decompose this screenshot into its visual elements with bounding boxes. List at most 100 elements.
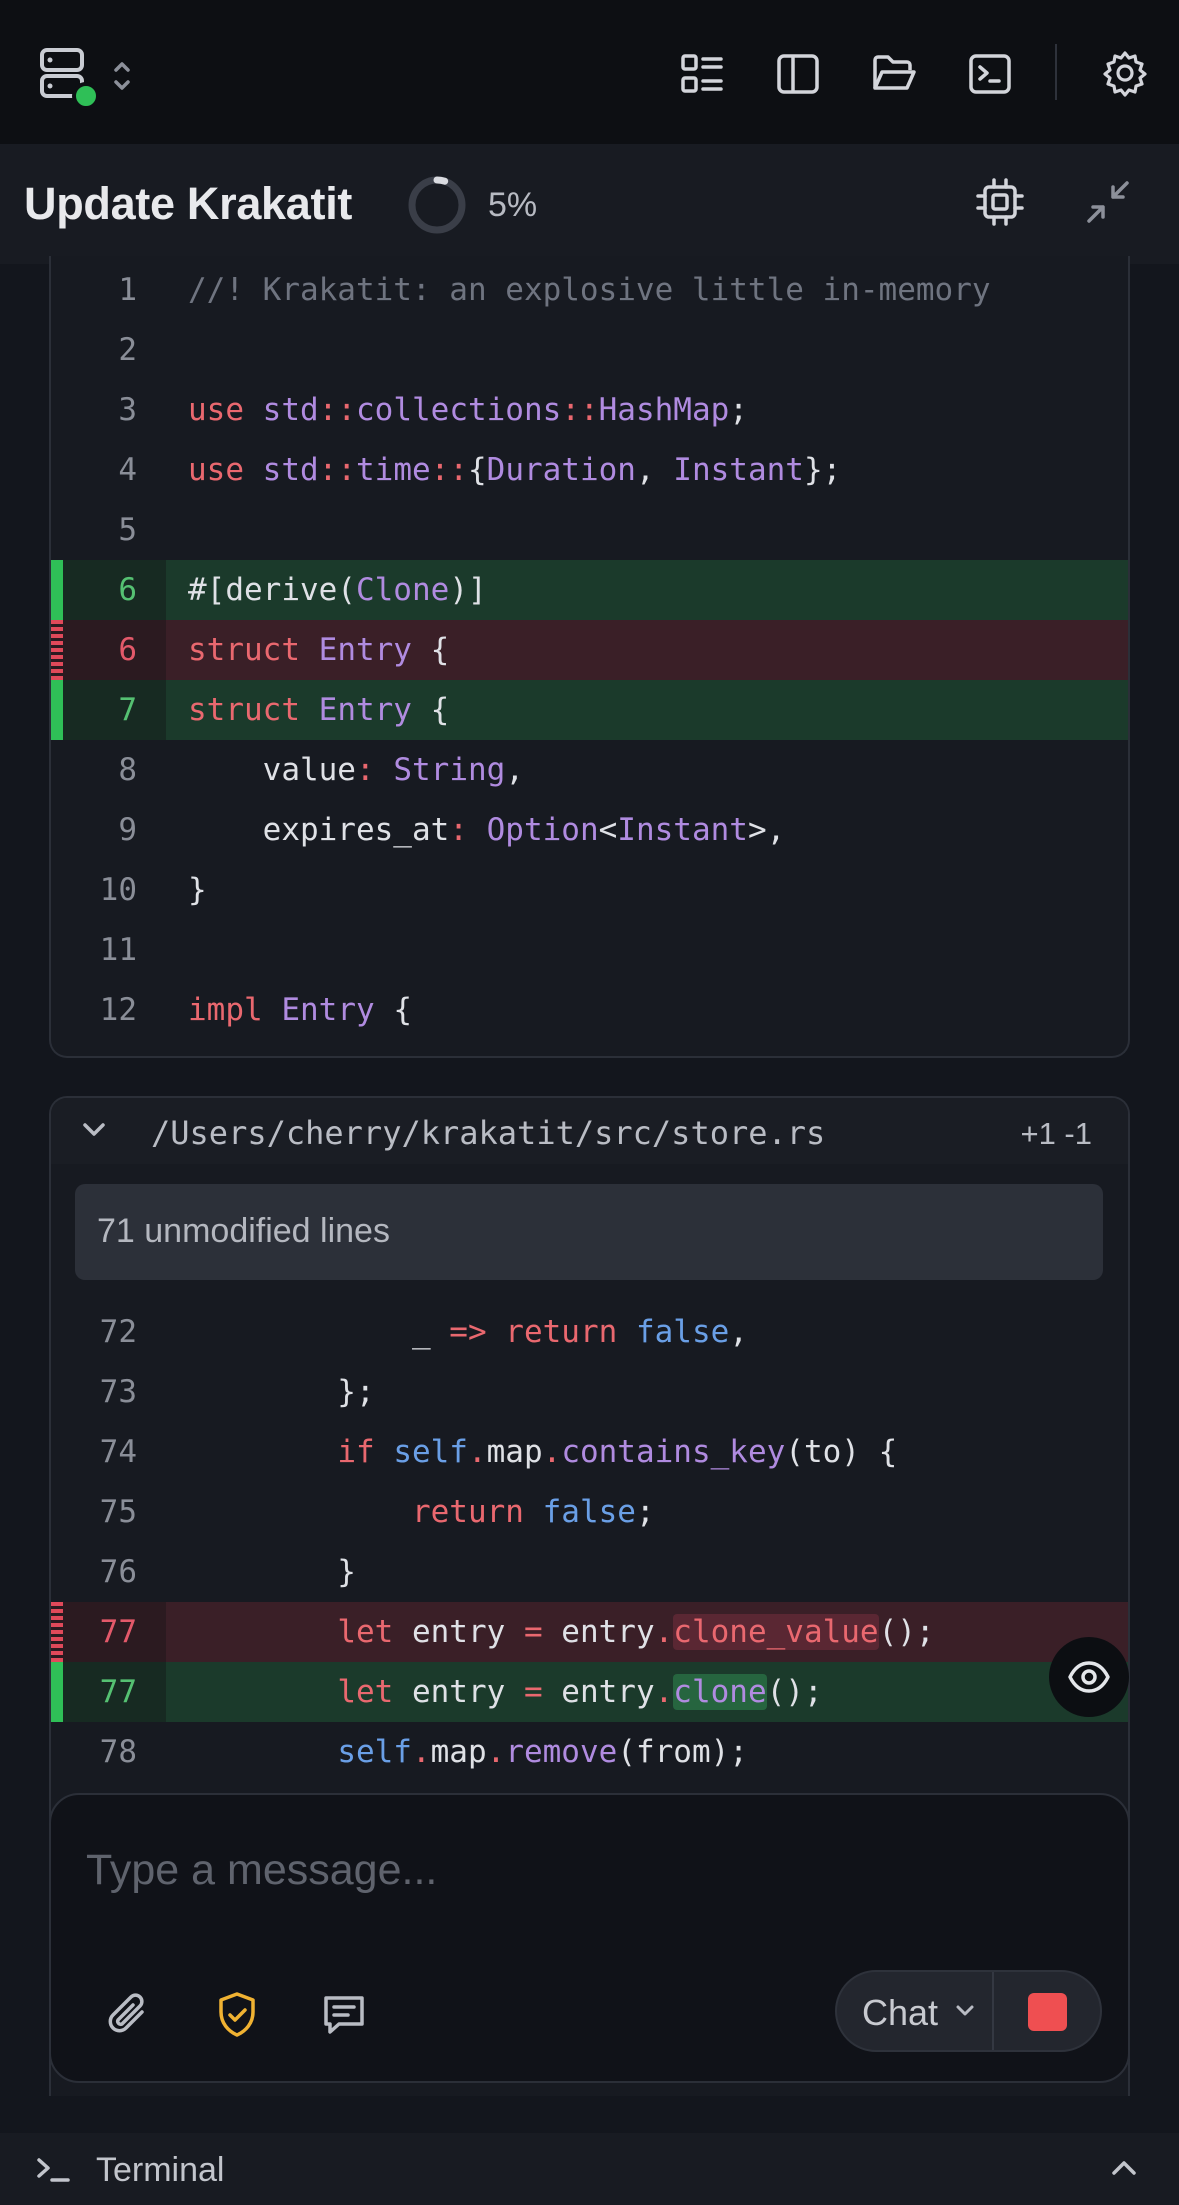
- mode-controls: Chat: [835, 1970, 1102, 2052]
- server-switcher-button[interactable]: [36, 44, 146, 110]
- line-number: 2: [118, 332, 137, 368]
- eye-icon: [1068, 1661, 1110, 1693]
- progress-percent: 5%: [488, 186, 538, 224]
- code-text: if self.map.contains_key(to) {: [337, 1434, 898, 1470]
- sidebar-icon: [777, 54, 819, 94]
- terminal-bar[interactable]: Terminal: [0, 2133, 1179, 2205]
- code-text: let entry = entry.clone_value();: [337, 1614, 935, 1650]
- chevron-down-icon: [956, 2005, 974, 2016]
- diff-line: 5: [51, 500, 1128, 560]
- diff-line: 1 //! Krakatit: an explosive little in-me…: [51, 260, 1128, 320]
- file-header[interactable]: /Users/cherry/krakatit/src/store.rs +1 -…: [51, 1098, 1128, 1164]
- server-icon: [40, 48, 130, 110]
- line-number: 77: [99, 1614, 137, 1650]
- diff-line: 2: [51, 320, 1128, 380]
- cpu-button[interactable]: [972, 174, 1028, 230]
- chevron-down-icon[interactable]: [81, 1120, 107, 1140]
- diff-line: 73 };: [51, 1362, 1128, 1422]
- permissions-button[interactable]: [209, 1987, 265, 2043]
- diff-line-removed: 6 struct Entry {: [51, 620, 1128, 680]
- line-number: 10: [99, 872, 137, 908]
- mode-label: Chat: [862, 1992, 939, 2033]
- line-number: 9: [118, 812, 137, 848]
- diff-line: 74 if self.map.contains_key(to) {: [51, 1422, 1128, 1482]
- gear-icon: [1103, 51, 1147, 97]
- chevron-up-icon[interactable]: [1110, 2157, 1138, 2179]
- code-text: struct Entry {: [188, 632, 450, 668]
- mode-selector[interactable]: Chat: [837, 1972, 992, 2050]
- task-list-button[interactable]: [676, 48, 728, 100]
- settings-button[interactable]: [1098, 46, 1152, 100]
- code-text: return false;: [411, 1494, 655, 1530]
- line-number: 12: [99, 992, 137, 1028]
- line-number: 74: [99, 1434, 137, 1470]
- diff-line-added: 77 let entry = entry.clone();: [51, 1662, 1128, 1722]
- code-text: value: String,: [188, 752, 524, 788]
- code-text: }: [188, 1554, 356, 1590]
- diff-line: 9 expires_at: Option<Instant>,: [51, 800, 1128, 860]
- line-number: 5: [118, 512, 137, 548]
- line-number: 77: [99, 1674, 137, 1710]
- code-text: use std::collections::HashMap;: [188, 392, 748, 428]
- open-folder-button[interactable]: [868, 48, 920, 100]
- line-number: 76: [99, 1554, 137, 1590]
- top-toolbar: [0, 0, 1179, 144]
- line-number: 8: [118, 752, 137, 788]
- line-number: 4: [118, 452, 137, 488]
- terminal-button[interactable]: [964, 48, 1016, 100]
- unmodified-lines-label: 71 unmodified lines: [97, 1212, 390, 1250]
- shield-check-icon: [219, 1992, 255, 2037]
- diff-line: 8 value: String,: [51, 740, 1128, 800]
- page-title: Update Krakatit: [24, 178, 353, 229]
- code-text: //! Krakatit: an explosive little in-mem…: [188, 272, 991, 308]
- line-number: 75: [99, 1494, 137, 1530]
- line-number: 6: [118, 572, 137, 608]
- unmodified-lines-expander[interactable]: 71 unmodified lines: [75, 1184, 1103, 1280]
- code-text: expires_at: Option<Instant>,: [188, 812, 786, 848]
- diff-line: 12 impl Entry {: [51, 980, 1128, 1040]
- paperclip-icon: [108, 1993, 144, 2033]
- folder-open-icon: [873, 55, 916, 90]
- line-number: 11: [99, 932, 137, 968]
- diff-line: 78 self.map.remove(from);: [51, 1722, 1128, 1782]
- line-number: 7: [118, 692, 137, 728]
- terminal-label: Terminal: [96, 2151, 225, 2189]
- terminal-prompt-icon: [37, 2158, 70, 2182]
- diff-line: 75 return false;: [51, 1482, 1128, 1542]
- diff-line-added: 6 #[derive(Clone)]: [51, 560, 1128, 620]
- code-text: #[derive(Clone)]: [188, 572, 487, 608]
- diff-line: 72 _ => return false,: [51, 1302, 1128, 1362]
- diff-line-removed: 77 let entry = entry.clone_value();: [51, 1602, 1128, 1662]
- diff-line: 3 use std::collections::HashMap;: [51, 380, 1128, 440]
- terminal-icon: [969, 54, 1011, 94]
- line-number: 72: [99, 1314, 137, 1350]
- code-text: impl Entry {: [188, 992, 412, 1028]
- line-number: 78: [99, 1734, 137, 1770]
- progress-ring: [408, 176, 466, 234]
- line-number: 73: [99, 1374, 137, 1410]
- code-text: _ => return false,: [188, 1314, 748, 1350]
- toolbar-divider: [1055, 44, 1057, 100]
- preview-toggle-button[interactable]: [1049, 1637, 1129, 1717]
- code-text: };: [188, 1374, 375, 1410]
- diff-line: 76 }: [51, 1542, 1128, 1602]
- line-number: 3: [118, 392, 137, 428]
- message-input[interactable]: [86, 1840, 986, 1900]
- attach-button[interactable]: [101, 1987, 157, 2043]
- diff-panel-top: 1 //! Krakatit: an explosive little in-me…: [49, 256, 1130, 1058]
- file-path: /Users/cherry/krakatit/src/store.rs: [151, 1114, 826, 1152]
- code-text: use std::time::{Duration, Instant};: [188, 452, 842, 488]
- list-icon: [681, 54, 723, 93]
- diff-line-added: 7 struct Entry {: [51, 680, 1128, 740]
- message-square-text-icon: [324, 1996, 364, 2034]
- line-number: 1: [118, 272, 137, 308]
- collapse-button[interactable]: [1080, 174, 1136, 230]
- prompt-templates-button[interactable]: [316, 1987, 372, 2043]
- code-text: self.map.remove(from);: [337, 1734, 748, 1770]
- line-number: 6: [118, 632, 137, 668]
- stop-button[interactable]: [1028, 1993, 1067, 2031]
- code-text: struct Entry {: [188, 692, 450, 728]
- sidebar-toggle-button[interactable]: [772, 48, 824, 100]
- diff-line: 4 use std::time::{Duration, Instant};: [51, 440, 1128, 500]
- cpu-icon: [976, 178, 1024, 226]
